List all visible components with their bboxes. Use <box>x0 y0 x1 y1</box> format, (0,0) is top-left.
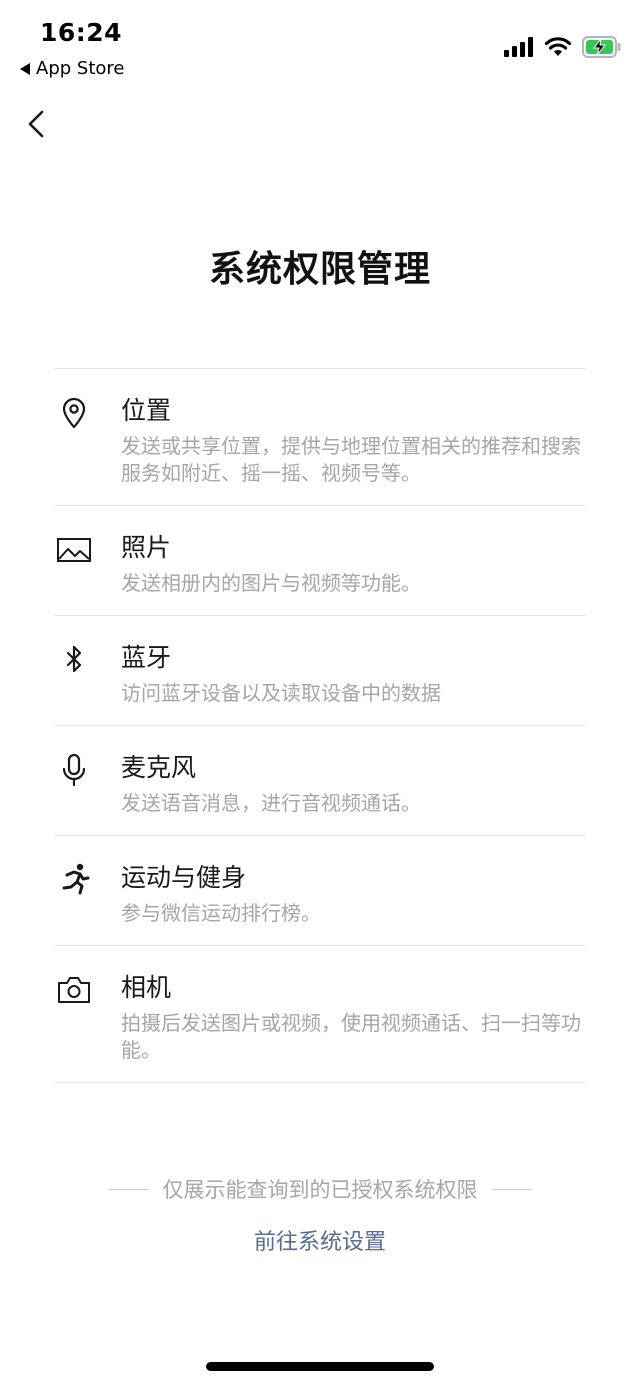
chevron-left-icon[interactable] <box>22 104 52 144</box>
microphone-icon <box>62 753 86 787</box>
permission-desc: 参与微信运动排行榜。 <box>121 901 321 925</box>
permission-name: 位置 <box>121 396 172 425</box>
permission-name: 麦克风 <box>121 753 197 782</box>
running-icon <box>62 863 90 895</box>
photo-icon <box>57 538 91 562</box>
home-indicator[interactable] <box>206 1362 434 1371</box>
permission-item-microphone[interactable]: 麦克风 发送语音消息，进行音视频通话。 <box>54 726 586 836</box>
permission-name: 运动与健身 <box>121 863 247 892</box>
divider-line-right <box>491 1188 532 1190</box>
open-system-settings-link[interactable]: 前往系统设置 <box>0 1224 640 1256</box>
back-triangle-icon <box>20 62 30 75</box>
permission-desc: 拍摄后发送图片或视频，使用视频通话、扫一扫等功能。 <box>121 1011 581 1062</box>
permission-desc: 发送或共享位置，提供与地理位置相关的推荐和搜索服务如附近、摇一摇、视频号等。 <box>121 434 581 485</box>
back-to-app-store[interactable]: App Store <box>20 58 124 79</box>
permission-desc: 访问蓝牙设备以及读取设备中的数据 <box>121 681 441 705</box>
location-pin-icon <box>62 397 86 429</box>
divider-line-left <box>108 1188 149 1190</box>
back-app-label: App Store <box>36 58 125 79</box>
battery-charging-icon <box>582 36 621 58</box>
permission-name: 相机 <box>121 973 172 1002</box>
permission-name: 照片 <box>121 533 172 562</box>
permission-item-photos[interactable]: 照片 发送相册内的图片与视频等功能。 <box>54 506 586 616</box>
permission-item-bluetooth[interactable]: 蓝牙 访问蓝牙设备以及读取设备中的数据 <box>54 616 586 726</box>
footer-note-text: 仅展示能查询到的已授权系统权限 <box>162 1178 478 1202</box>
permission-list: 位置 发送或共享位置，提供与地理位置相关的推荐和搜索服务如附近、摇一摇、视频号等… <box>54 368 586 1083</box>
permission-name: 蓝牙 <box>121 643 172 672</box>
permission-item-camera[interactable]: 相机 拍摄后发送图片或视频，使用视频通话、扫一扫等功能。 <box>54 946 586 1083</box>
bluetooth-icon <box>66 645 82 673</box>
status-icons <box>504 36 622 58</box>
camera-icon <box>58 977 90 1003</box>
permission-desc: 发送语音消息，进行音视频通话。 <box>121 791 421 815</box>
permission-item-location[interactable]: 位置 发送或共享位置，提供与地理位置相关的推荐和搜索服务如附近、摇一摇、视频号等… <box>54 369 586 506</box>
permission-desc: 发送相册内的图片与视频等功能。 <box>121 571 421 595</box>
signal-icon <box>504 37 533 57</box>
permission-item-fitness[interactable]: 运动与健身 参与微信运动排行榜。 <box>54 836 586 946</box>
status-time: 16:24 <box>40 18 123 47</box>
wifi-icon <box>544 37 572 56</box>
page-title: 系统权限管理 <box>208 249 431 290</box>
authorized-permissions-note: 仅展示能查询到的已授权系统权限 <box>0 1174 640 1204</box>
